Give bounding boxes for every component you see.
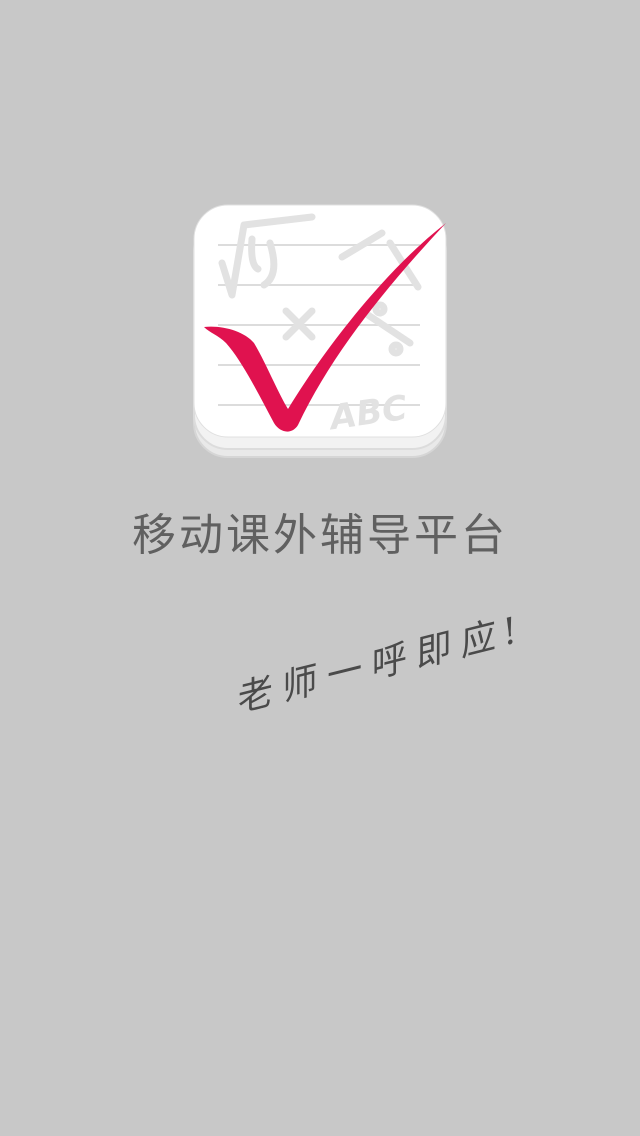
app-name: 移动课外辅导平台 xyxy=(132,510,508,561)
checkmark-notebook-icon: ABC xyxy=(193,204,447,458)
slogan: 老师一呼即应! xyxy=(230,608,532,721)
splash-screen: ABC 移动课外辅导平台 老师一呼即应! xyxy=(0,0,640,1136)
